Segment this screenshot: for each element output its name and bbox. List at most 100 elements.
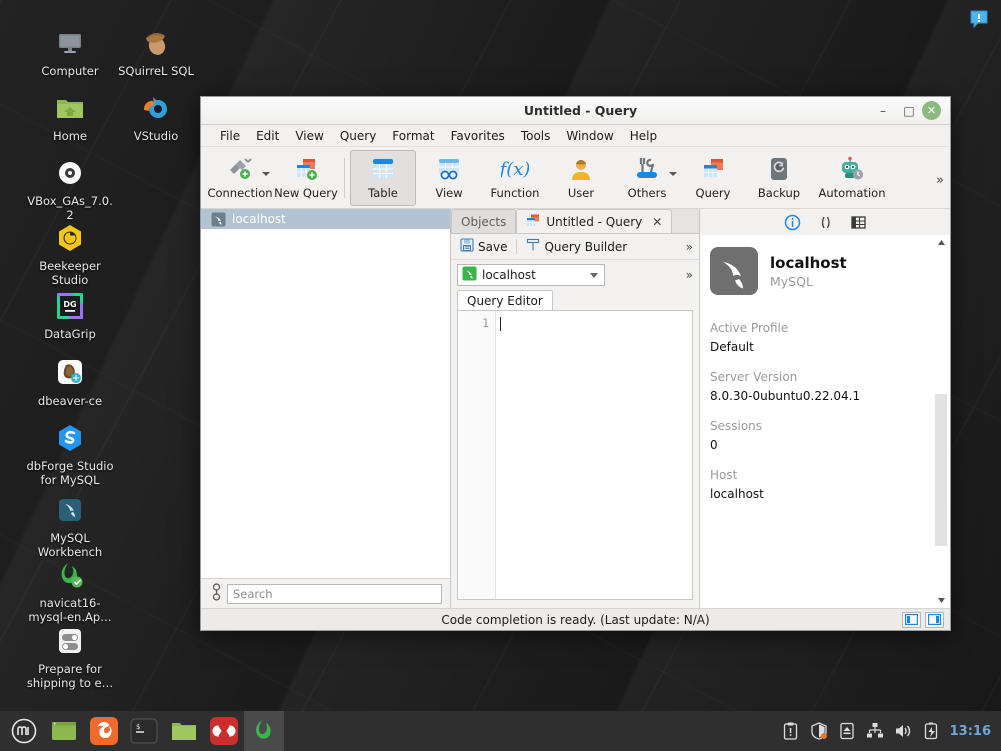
toolbar-user[interactable]: User: [548, 150, 614, 206]
info-connection-type: MySQL: [770, 273, 813, 289]
datagrip-icon: DG: [53, 289, 87, 323]
desktop-icon-label: SQuirreL SQL: [118, 64, 194, 78]
parentheses-icon[interactable]: [817, 214, 834, 231]
desktop-icon-vbox-gas[interactable]: VBox_GAs_7.0.2: [24, 156, 116, 222]
sql-editor[interactable]: 1: [457, 310, 693, 600]
desktop-icon-vstudio[interactable]: VStudio: [110, 91, 202, 143]
menu-edit[interactable]: Edit: [249, 127, 286, 145]
connection-row-overflow[interactable]: »: [686, 268, 693, 282]
toolbar-automation[interactable]: Automation: [812, 150, 892, 206]
maximize-button[interactable]: □: [896, 100, 922, 122]
status-message: Code completion is ready. (Last update: …: [441, 612, 710, 627]
query-builder-button[interactable]: Query Builder: [523, 236, 630, 257]
network-icon[interactable]: [866, 722, 884, 740]
grid-table-icon[interactable]: [850, 214, 867, 231]
scroll-down-icon[interactable]: [936, 595, 947, 606]
toolbar-separator: [516, 239, 518, 254]
desktop-icon-dbeaver-ce[interactable]: dbeaver-ce: [24, 356, 116, 408]
table-icon: [368, 155, 398, 183]
line-number: 1: [482, 316, 489, 330]
beekeeper-icon: [53, 221, 87, 255]
toggle-right-panel-icon[interactable]: [925, 611, 944, 628]
info-field-value: localhost: [710, 487, 764, 501]
taskbar-clock[interactable]: 13:16: [950, 724, 991, 739]
connection-tree: localhost: [201, 209, 450, 578]
menu-view[interactable]: View: [288, 127, 330, 145]
toggles-icon: [53, 624, 87, 658]
firefox-icon[interactable]: [84, 711, 124, 751]
desktop-icon-dbforge-studio[interactable]: dbForge Studio for MySQL: [24, 421, 116, 487]
desktop-icon-computer[interactable]: Computer: [24, 26, 116, 78]
toolbar-table[interactable]: Table: [350, 149, 416, 206]
taskbar-launchers: $: [0, 711, 284, 751]
desktop-icon-squirrel-sql[interactable]: SQuirreL SQL: [110, 26, 202, 78]
info-pane-scrollbar[interactable]: [934, 237, 948, 606]
eject-media-icon[interactable]: [838, 722, 856, 740]
terminal-icon[interactable]: $: [124, 711, 164, 751]
linux-mint-menu-icon[interactable]: [4, 711, 44, 751]
show-desktop-icon[interactable]: [44, 711, 84, 751]
info-field-label: Sessions: [710, 419, 763, 433]
close-button[interactable]: ✕: [922, 101, 941, 120]
toolbar-backup[interactable]: Backup: [746, 150, 812, 206]
navicat-taskbar-icon[interactable]: [244, 711, 284, 751]
toggle-left-panel-icon[interactable]: [902, 611, 921, 628]
tab-untitled-query[interactable]: Untitled - Query ✕: [516, 209, 673, 233]
query-toolbar-overflow[interactable]: »: [686, 240, 693, 254]
scroll-up-icon[interactable]: [936, 237, 947, 248]
toolbar-others[interactable]: Others: [614, 150, 680, 206]
menu-format[interactable]: Format: [385, 127, 441, 145]
code-area[interactable]: [496, 311, 692, 599]
tab-objects[interactable]: Objects: [451, 209, 517, 233]
tree-search-bar: [201, 578, 450, 608]
battery-charging-icon[interactable]: [922, 722, 940, 740]
menu-favorites[interactable]: Favorites: [444, 127, 512, 145]
info-pane-tabs: [700, 209, 950, 235]
save-button[interactable]: Save: [457, 236, 510, 257]
toolbar-function[interactable]: f(x) Function: [482, 150, 548, 206]
xterm-red-icon[interactable]: [204, 711, 244, 751]
tree-item-localhost[interactable]: localhost: [201, 209, 450, 229]
desktop-icon-mysql-workbench[interactable]: MySQL Workbench: [24, 493, 116, 559]
desktop-icon-beekeeper-studio[interactable]: Beekeeper Studio: [24, 221, 116, 287]
mysql-dolphin-large-icon: [710, 247, 758, 295]
menu-tools[interactable]: Tools: [514, 127, 558, 145]
connection-select[interactable]: localhost: [457, 264, 605, 286]
volume-icon[interactable]: [894, 722, 912, 740]
menu-window[interactable]: Window: [559, 127, 620, 145]
tab-query-editor[interactable]: Query Editor: [457, 290, 553, 310]
info-field-server-version: Server Version 8.0.30-0ubuntu0.22.04.1: [710, 370, 940, 403]
menu-query[interactable]: Query: [333, 127, 383, 145]
alert-bubble-icon[interactable]: [969, 9, 989, 29]
desktop-icon-label: Home: [53, 129, 87, 143]
scrollbar-thumb[interactable]: [935, 393, 947, 547]
close-icon[interactable]: ✕: [652, 215, 662, 229]
window-titlebar[interactable]: Untitled - Query – □ ✕: [201, 97, 950, 125]
minimize-button[interactable]: –: [870, 100, 896, 122]
info-circle-icon[interactable]: [784, 214, 801, 231]
shield-update-icon[interactable]: [810, 722, 828, 740]
toolbar-connection[interactable]: Connection: [207, 150, 273, 206]
toolbar-overflow-button[interactable]: »: [936, 173, 944, 188]
scrollbar-track[interactable]: [935, 248, 947, 595]
menu-file[interactable]: File: [213, 127, 247, 145]
menu-help[interactable]: Help: [623, 127, 664, 145]
svg-text:$: $: [136, 723, 140, 731]
chevron-down-icon[interactable]: [262, 171, 270, 176]
desktop-icon-navicat16[interactable]: navicat16-mysql-en.Ap…: [24, 558, 116, 624]
files-folder-icon[interactable]: [164, 711, 204, 751]
chevron-down-icon[interactable]: [669, 171, 677, 176]
filter-connect-icon[interactable]: [211, 583, 222, 604]
desktop-icon-datagrip[interactable]: DG DataGrip: [24, 289, 116, 341]
info-field-label: Active Profile: [710, 321, 789, 335]
chevron-down-icon[interactable]: [590, 272, 598, 278]
toolbar-new-query[interactable]: New Query: [273, 150, 339, 206]
clipboard-icon[interactable]: [782, 722, 800, 740]
taskbar: $ 13:16: [0, 711, 1001, 751]
toolbar-query[interactable]: Query: [680, 150, 746, 206]
desktop-icon-label: VBox_GAs_7.0.2: [27, 194, 113, 222]
search-input[interactable]: [227, 583, 442, 604]
desktop-icon-home[interactable]: Home: [24, 91, 116, 143]
toolbar-view[interactable]: View: [416, 150, 482, 206]
desktop-icon-prepare-for-shipping[interactable]: Prepare for shipping to e…: [24, 624, 116, 690]
